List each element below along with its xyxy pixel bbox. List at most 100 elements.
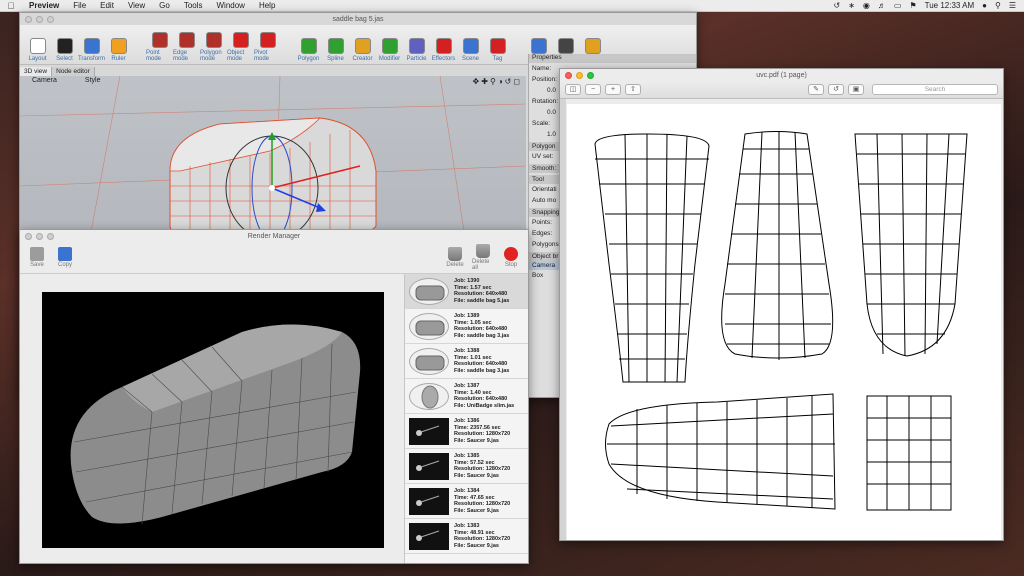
select-icon — [56, 38, 73, 54]
notification-center-icon[interactable]: ☰ — [1009, 1, 1016, 10]
tool-transform-button[interactable]: Transform — [78, 38, 105, 62]
render-job-row[interactable]: Job: 1387 Time: 1.40 sec Resolution: 640x4… — [405, 379, 528, 414]
render-manager-titlebar: Render Manager — [20, 230, 528, 242]
pv-zoom-button[interactable] — [587, 71, 594, 79]
rm-copy-button[interactable]: Copy — [54, 247, 76, 268]
flag-icon[interactable]: ⚑ — [909, 1, 916, 10]
prop-scale-value[interactable]: 1.0 — [529, 129, 559, 140]
tool-modifier-button[interactable]: Modifier — [376, 38, 403, 62]
tool-label: Object mode — [227, 50, 245, 62]
transform-icon — [83, 38, 100, 54]
time-machine-icon[interactable]: ↺ — [833, 1, 840, 10]
user-icon[interactable]: ● — [982, 1, 987, 10]
prop-rotation-value[interactable]: 0.0 — [529, 107, 559, 118]
render-job-row[interactable]: Job: 1383 Time: 48.91 sec Resolution: 1280… — [405, 519, 528, 554]
tool-polygon-mode-button[interactable]: Polygon mode — [200, 32, 227, 62]
toolbox-button[interactable]: ▣ — [848, 84, 864, 95]
menu-go[interactable]: Go — [152, 1, 177, 10]
render-job-row[interactable]: Job: 1389 Time: 1.05 sec Resolution: 640x4… — [405, 309, 528, 344]
rm-stop-button[interactable]: Stop — [500, 247, 522, 268]
layout-icon — [29, 38, 46, 54]
render-job-info: Job: 1390 Time: 1.57 sec Resolution: 640x4… — [454, 278, 509, 304]
tool-polygon-button[interactable]: Polygon — [295, 38, 322, 62]
tool-effectors-button[interactable]: Effectors — [430, 38, 457, 62]
render-job-thumbnail — [409, 452, 449, 480]
zoom-button[interactable] — [47, 15, 54, 23]
menu-file[interactable]: File — [66, 1, 93, 10]
tool-scene-button[interactable]: Scene — [457, 38, 484, 62]
tool-object-mode-button[interactable]: Object mode — [227, 32, 254, 62]
pv-close-button[interactable] — [565, 71, 572, 79]
tool-point-mode-button[interactable]: Point mode — [146, 32, 173, 62]
rm-zoom-button[interactable] — [47, 232, 54, 240]
tool-layout-button[interactable]: Layout — [24, 38, 51, 62]
render-job-row[interactable]: Job: 1385 Time: 57.52 sec Resolution: 1280… — [405, 449, 528, 484]
tool-ruler-button[interactable]: Ruler — [105, 38, 132, 62]
menu-view[interactable]: View — [121, 1, 152, 10]
stop-icon — [504, 247, 518, 261]
scene-icon — [462, 38, 479, 54]
rm-stop-label: Stop — [504, 262, 518, 268]
rm-save-button[interactable]: Save — [26, 247, 48, 268]
spotlight-icon[interactable]: ⚲ — [995, 1, 1001, 10]
close-button[interactable] — [25, 15, 32, 23]
render-job-row[interactable]: Job: 1386 Time: 2357.56 sec Resolution: 12… — [405, 414, 528, 449]
uv-island-5 — [866, 395, 952, 511]
wifi-icon[interactable]: ◉ — [863, 1, 870, 10]
preview-toolbar: ◫ − + ⇧ ✎ ↺ ▣ Search — [560, 81, 1003, 99]
render-job-row[interactable]: Job: 1390 Time: 1.57 sec Resolution: 640x4… — [405, 274, 528, 309]
render-job-file: File: saddle bag 3.jas — [454, 367, 510, 374]
render-job-thumbnail — [409, 487, 449, 515]
tool-spline-button[interactable]: Spline — [322, 38, 349, 62]
render-job-row[interactable]: Job: 1384 Time: 47.65 sec Resolution: 1280… — [405, 484, 528, 519]
rotate-button[interactable]: ↺ — [828, 84, 844, 95]
rm-delete-button[interactable]: Delete — [444, 247, 466, 268]
rm-delete-all-button[interactable]: Delete all — [472, 244, 494, 271]
render-job-thumbnail — [409, 522, 449, 550]
battery-icon[interactable]: ▭ — [894, 1, 902, 10]
menubar-clock[interactable]: Tue 12:33 AM — [925, 1, 975, 10]
sidebar-toggle-button[interactable]: ◫ — [565, 84, 581, 95]
render-job-res: Resolution: 640x480 — [454, 361, 508, 367]
menu-tools[interactable]: Tools — [177, 1, 210, 10]
bluetooth-icon[interactable]: ∗ — [848, 1, 855, 10]
zoom-in-button[interactable]: + — [605, 84, 621, 95]
pdf-page[interactable] — [567, 104, 1001, 540]
render-job-thumbnail — [409, 417, 449, 445]
render-job-list[interactable]: Job: 1390 Time: 1.57 sec Resolution: 640x4… — [404, 274, 528, 563]
tool-select-button[interactable]: Select — [51, 38, 78, 62]
tool-pivot-mode-button[interactable]: Pivot mode — [254, 32, 281, 62]
tab-3d-view[interactable]: 3D view — [20, 67, 53, 76]
save-icon — [30, 247, 44, 261]
tool-creator-button[interactable]: Creator — [349, 38, 376, 62]
markup-pen-button[interactable]: ✎ — [808, 84, 824, 95]
volume-icon[interactable]: ♬ — [878, 1, 886, 10]
render-manager-toolbar: Save Copy Delete Delete all Stop — [20, 242, 528, 274]
uv-island-4 — [605, 393, 836, 510]
pivot-mode-icon — [259, 32, 276, 48]
render-job-info: Job: 1387 Time: 1.40 sec Resolution: 640x4… — [454, 383, 514, 409]
rm-copy-label: Copy — [57, 262, 72, 268]
tool-tag-button[interactable]: Tag — [484, 38, 511, 62]
rm-minimize-button[interactable] — [36, 232, 43, 240]
render-job-thumbnail — [409, 347, 449, 375]
tool-edge-mode-button[interactable]: Edge mode — [173, 32, 200, 62]
render-job-row[interactable]: Job: 1388 Time: 1.01 sec Resolution: 640x4… — [405, 344, 528, 379]
menu-window[interactable]: Window — [210, 1, 252, 10]
search-input[interactable]: Search — [872, 84, 998, 95]
render-job-info: Job: 1385 Time: 57.52 sec Resolution: 1280… — [454, 453, 510, 479]
apple-menu-icon[interactable]:  — [0, 1, 22, 11]
render-image — [42, 292, 384, 548]
tool-particle-button[interactable]: Particle — [403, 38, 430, 62]
menu-help[interactable]: Help — [252, 1, 282, 10]
menu-edit[interactable]: Edit — [93, 1, 121, 10]
share-button[interactable]: ⇧ — [625, 84, 641, 95]
rm-close-button[interactable] — [25, 232, 32, 240]
render-job-file: File: Saucer 9.jas — [454, 507, 499, 514]
prop-position-value[interactable]: 0.0 — [529, 85, 559, 96]
pv-minimize-button[interactable] — [576, 71, 583, 79]
zoom-out-button[interactable]: − — [585, 84, 601, 95]
minimize-button[interactable] — [36, 15, 43, 23]
menu-app-name[interactable]: Preview — [22, 1, 66, 10]
tab-node-editor[interactable]: Node editor — [52, 67, 95, 76]
